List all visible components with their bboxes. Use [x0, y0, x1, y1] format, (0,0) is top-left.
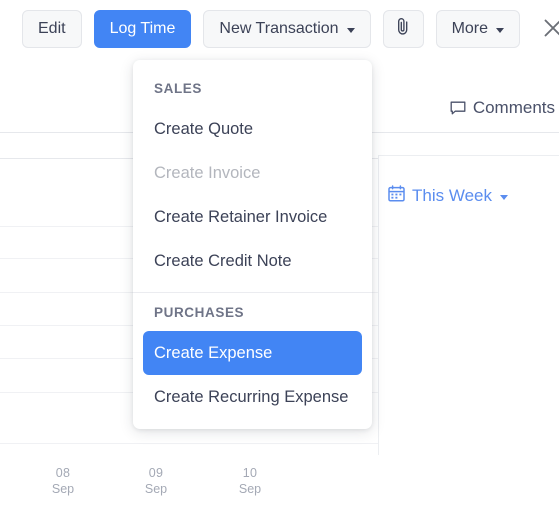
new-transaction-dropdown-menu: SALES Create Quote Create Invoice Create… [133, 60, 372, 429]
new-transaction-button-label: New Transaction [219, 20, 339, 37]
more-button-label: More [451, 20, 489, 37]
menu-item-create-retainer-invoice[interactable]: Create Retainer Invoice [133, 195, 372, 239]
calendar-icon [388, 185, 405, 207]
edit-button-label: Edit [38, 20, 66, 37]
log-time-button-label: Log Time [109, 20, 176, 37]
menu-section-header-sales: SALES [154, 81, 203, 96]
paperclip-icon [396, 17, 411, 41]
menu-item-label: Create Expense [154, 344, 273, 362]
menu-item-create-credit-note[interactable]: Create Credit Note [133, 239, 372, 283]
date-tick-day: 09 [148, 466, 164, 480]
attachment-button[interactable] [382, 10, 424, 48]
menu-item-label: Create Invoice [154, 164, 261, 182]
menu-item-label: Create Retainer Invoice [154, 208, 328, 226]
date-range-selector[interactable]: This Week [388, 185, 508, 207]
close-icon [542, 17, 559, 42]
menu-item-label: Create Quote [154, 120, 254, 138]
menu-item-create-quote[interactable]: Create Quote [133, 107, 372, 151]
menu-section-header-purchases: PURCHASES [154, 305, 245, 320]
toolbar: Edit Log Time New Transaction More [0, 0, 559, 58]
chevron-down-icon [500, 195, 508, 200]
date-tick-month: Sep [144, 482, 168, 496]
date-tick-month: Sep [238, 482, 262, 496]
menu-item-label: Create Recurring Expense [154, 388, 349, 406]
log-time-button[interactable]: Log Time [93, 10, 192, 48]
date-tick-day: 08 [55, 466, 71, 480]
comment-bubble-icon [450, 101, 467, 116]
comments-label: Comments [472, 98, 555, 117]
more-button[interactable]: More [435, 10, 521, 48]
date-tick-month: Sep [51, 482, 75, 496]
edit-button[interactable]: Edit [22, 10, 82, 48]
date-tick: 09 Sep [126, 465, 186, 497]
menu-item-create-recurring-expense[interactable]: Create Recurring Expense [133, 375, 372, 419]
comments-link[interactable]: Comments [450, 98, 555, 118]
date-tick-day: 10 [242, 466, 258, 480]
date-tick: 10 Sep [220, 465, 280, 497]
menu-item-create-invoice: Create Invoice [133, 151, 372, 195]
menu-item-create-expense[interactable]: Create Expense [143, 331, 362, 375]
chevron-down-icon [496, 27, 505, 33]
close-button[interactable] [536, 12, 559, 46]
new-transaction-button[interactable]: New Transaction [203, 10, 371, 48]
date-tick: 08 Sep [33, 465, 93, 497]
chevron-down-icon [346, 27, 355, 33]
menu-item-label: Create Credit Note [154, 252, 292, 270]
date-range-label: This Week [412, 186, 492, 205]
